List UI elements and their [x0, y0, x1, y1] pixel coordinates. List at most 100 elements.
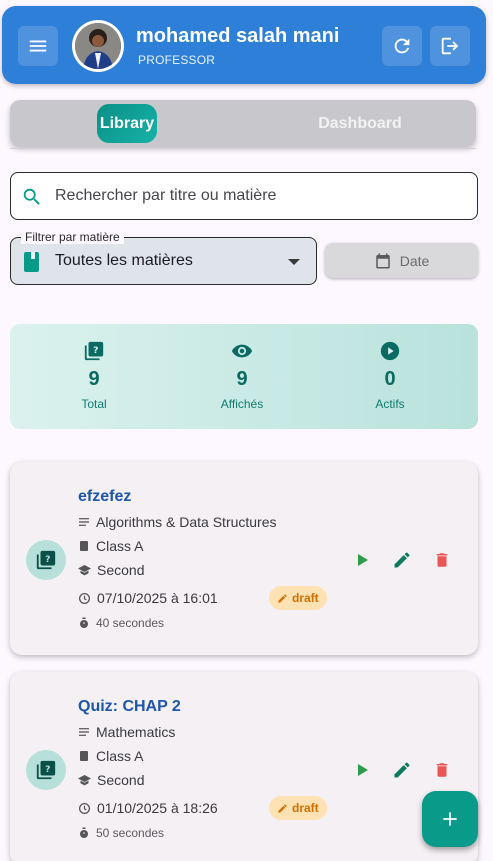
date-filter-label: Date — [399, 252, 430, 269]
quiz-duration: 50 secondes — [78, 826, 164, 840]
clock-icon — [78, 592, 91, 604]
quiz-datetime: 07/10/2025 à 16:01 — [78, 590, 218, 606]
quiz-class: Class A — [78, 538, 143, 554]
tab-divider — [10, 148, 476, 149]
stat-total: ? 9 Total — [34, 340, 154, 411]
quiz-datetime: 01/10/2025 à 18:26 — [78, 800, 218, 816]
status-badge-text: draft — [292, 801, 319, 815]
subject-lines-icon — [79, 728, 89, 736]
library-content: Rechercher par titre ou matière Filtrer … — [0, 156, 493, 861]
pencil-icon — [278, 803, 287, 813]
graduation-cap-icon — [78, 565, 91, 576]
svg-text:?: ? — [45, 554, 50, 565]
quiz-level-text: Second — [97, 562, 145, 578]
quiz-level: Second — [78, 772, 144, 788]
tab-bar: Library Dashboard — [10, 100, 476, 146]
timer-icon — [80, 827, 88, 838]
quiz-subject: Mathematics — [78, 724, 175, 740]
clock-icon — [78, 802, 91, 814]
stat-displayed-value: 9 — [236, 368, 248, 390]
edit-quiz-button[interactable] — [390, 758, 414, 782]
trash-icon — [436, 553, 448, 567]
stat-total-label: Total — [81, 397, 107, 411]
quiz-icon: ? — [36, 760, 56, 780]
quiz-avatar: ? — [26, 750, 66, 790]
quiz-duration: 40 secondes — [78, 616, 164, 630]
pencil-icon — [278, 593, 287, 603]
tab-library[interactable]: Library — [97, 104, 157, 143]
trash-icon — [436, 763, 448, 777]
stat-displayed-label: Affichés — [220, 397, 264, 411]
menu-button[interactable] — [18, 26, 58, 66]
graduation-cap-icon — [78, 775, 91, 786]
subject-filter-select[interactable]: Filtrer par matière Toutes les matières — [10, 230, 317, 285]
status-badge: draft — [269, 796, 327, 820]
play-icon — [358, 554, 368, 566]
dropdown-arrow-icon — [288, 259, 300, 265]
timer-icon — [80, 617, 88, 628]
subject-filter-label: Filtrer par matière — [21, 230, 124, 244]
delete-quiz-button[interactable] — [430, 548, 454, 572]
logout-icon — [441, 37, 459, 55]
quiz-duration-text: 40 secondes — [96, 616, 165, 630]
avatar[interactable] — [72, 20, 124, 72]
app-bar: mohamed salah mani PROFESSOR — [2, 6, 486, 84]
status-badge-text: draft — [292, 591, 319, 605]
class-book-icon — [80, 541, 88, 551]
stats-panel: ? 9 Total 9 Affichés 0 Actifs — [10, 324, 478, 429]
quiz-level: Second — [78, 562, 144, 578]
stat-displayed: 9 Affichés — [182, 340, 302, 411]
delete-quiz-button[interactable] — [430, 758, 454, 782]
logout-button[interactable] — [430, 26, 470, 66]
book-icon — [24, 252, 39, 272]
add-quiz-button[interactable] — [422, 791, 478, 847]
quiz-subject-text: Mathematics — [96, 724, 176, 740]
user-role: PROFESSOR — [138, 53, 216, 67]
refresh-icon — [394, 38, 410, 54]
quiz-subject-text: Algorithms & Data Structures — [96, 514, 277, 530]
search-input[interactable]: Rechercher par titre ou matière — [10, 172, 478, 220]
search-icon — [23, 188, 40, 205]
play-icon — [358, 764, 368, 776]
class-book-icon — [80, 751, 88, 761]
quiz-duration-text: 50 secondes — [96, 826, 165, 840]
subject-filter-value: Toutes les matières — [55, 252, 193, 269]
quiz-icon: ? — [36, 550, 56, 570]
plus-icon — [443, 812, 457, 826]
quiz-class: Class A — [78, 748, 143, 764]
quiz-avatar: ? — [26, 540, 66, 580]
search-placeholder: Rechercher par titre ou matière — [55, 187, 277, 204]
edit-icon — [394, 762, 410, 778]
quiz-datetime-text: 01/10/2025 à 18:26 — [97, 800, 218, 816]
svg-text:?: ? — [45, 764, 50, 775]
quiz-datetime-text: 07/10/2025 à 16:01 — [97, 590, 218, 606]
tab-dashboard[interactable]: Dashboard — [290, 104, 430, 143]
subject-lines-icon — [79, 518, 89, 526]
edit-icon — [394, 552, 410, 568]
quiz-title[interactable]: Quiz: CHAP 2 — [78, 698, 181, 716]
eye-icon — [231, 344, 253, 358]
quiz-level-text: Second — [97, 772, 145, 788]
quiz-icon: ? — [84, 341, 104, 361]
svg-text:?: ? — [93, 345, 98, 356]
quiz-class-text: Class A — [96, 748, 144, 764]
calendar-icon — [375, 253, 390, 268]
status-badge: draft — [269, 586, 327, 610]
user-name: mohamed salah mani — [136, 25, 340, 47]
stat-total-value: 9 — [88, 368, 100, 390]
play-circle-icon — [380, 341, 400, 361]
stat-active-label: Actifs — [375, 397, 405, 411]
quiz-title[interactable]: efzefez — [78, 488, 131, 506]
start-quiz-button[interactable] — [350, 548, 374, 572]
menu-icon — [29, 40, 47, 52]
quiz-card[interactable]: ? Quiz: CHAP 2 Mathematics Class A Secon… — [10, 672, 478, 861]
quiz-subject: Algorithms & Data Structures — [78, 514, 277, 530]
quiz-card[interactable]: ? efzefez Algorithms & Data Structures C… — [10, 462, 478, 655]
refresh-button[interactable] — [382, 26, 422, 66]
start-quiz-button[interactable] — [350, 758, 374, 782]
quiz-class-text: Class A — [96, 538, 144, 554]
stat-active: 0 Actifs — [330, 340, 450, 411]
date-filter-button[interactable]: Date — [325, 243, 478, 278]
edit-quiz-button[interactable] — [390, 548, 414, 572]
stat-active-value: 0 — [384, 368, 396, 390]
